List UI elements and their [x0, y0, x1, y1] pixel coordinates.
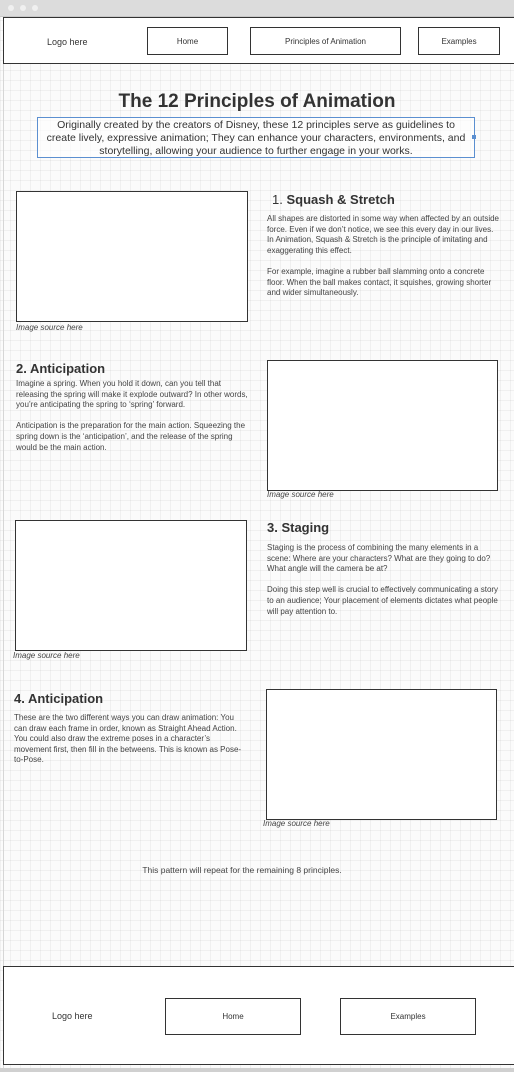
window-dot-icon[interactable] [8, 5, 14, 11]
frame-edge [3, 17, 4, 1069]
site-footer: Logo here Home Examples [3, 966, 514, 1065]
intro-text-box[interactable]: Originally created by the creators of Di… [37, 117, 475, 158]
section-1-body: All shapes are distorted in some way whe… [267, 214, 500, 299]
resize-handle[interactable] [472, 135, 476, 139]
section-4-body: These are the two different ways you can… [14, 713, 248, 766]
section-4-paragraph: These are the two different ways you can… [14, 713, 242, 765]
footer-examples-button[interactable]: Examples [340, 998, 476, 1035]
site-header: Logo here Home Principles of Animation E… [3, 17, 514, 64]
section-1-paragraph: All shapes are distorted in some way whe… [267, 214, 499, 255]
image-placeholder-2 [267, 360, 498, 491]
nav-examples-button[interactable]: Examples [418, 27, 500, 55]
section-3-paragraph: Doing this step well is crucial to effec… [267, 585, 499, 616]
section-3-body: Staging is the process of combining the … [267, 543, 499, 617]
section-2-paragraph: Imagine a spring. When you hold it down,… [16, 379, 248, 410]
image-placeholder-4 [266, 689, 497, 820]
nav-principles-button[interactable]: Principles of Animation [250, 27, 401, 55]
window-titlebar [0, 0, 514, 17]
section-4-heading: 4. Anticipation [14, 691, 104, 706]
section-2-heading: 2. Anticipation [16, 361, 106, 376]
header-logo[interactable]: Logo here [47, 37, 88, 47]
section-1-title: Squash & Stretch [286, 192, 395, 207]
image-caption-3: Image source here [13, 651, 80, 660]
image-caption-1: Image source here [16, 323, 83, 332]
wireframe-canvas: Logo here Home Principles of Animation E… [0, 0, 514, 1072]
section-1-paragraph: For example, imagine a rubber ball slamm… [267, 266, 492, 298]
section-1-heading: 1. Squash & Stretch [272, 192, 395, 207]
footer-home-button[interactable]: Home [165, 998, 301, 1035]
page-title: The 12 Principles of Animation [118, 91, 396, 112]
section-2-body: Imagine a spring. When you hold it down,… [16, 379, 252, 453]
window-dot-icon[interactable] [20, 5, 26, 11]
footer-logo[interactable]: Logo here [52, 1011, 93, 1021]
image-caption-4: Image source here [263, 819, 330, 828]
section-3-paragraph: Staging is the process of combining the … [267, 543, 491, 574]
section-3-heading: 3. Staging [267, 520, 330, 535]
image-placeholder-1 [16, 191, 248, 322]
image-placeholder-3 [15, 520, 247, 651]
nav-home-button[interactable]: Home [147, 27, 228, 55]
image-caption-2: Image source here [267, 490, 334, 499]
repeat-note: This pattern will repeat for the remaini… [142, 865, 342, 875]
frame-bottom-edge [0, 1068, 514, 1072]
section-1-number: 1. [272, 192, 283, 207]
section-2-paragraph: Anticipation is the preparation for the … [16, 421, 246, 452]
window-dot-icon[interactable] [32, 5, 38, 11]
